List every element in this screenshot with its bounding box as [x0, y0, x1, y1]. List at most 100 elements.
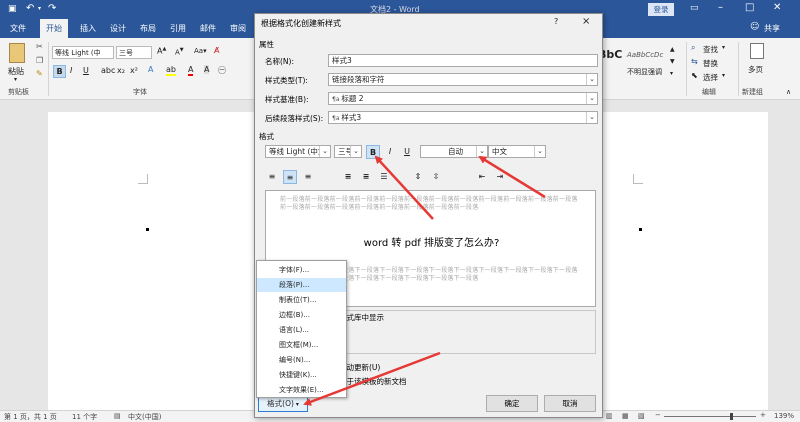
save-icon[interactable]: ▣	[8, 4, 17, 14]
space-after-icon[interactable]: ⇳	[429, 170, 443, 184]
underline-icon[interactable]: U	[83, 66, 89, 75]
ribbon-display-icon[interactable]: ▭	[690, 3, 699, 13]
justify-icon[interactable]: ≡	[341, 170, 355, 184]
align-center-icon[interactable]: ≡	[283, 170, 297, 184]
undo-dropdown-icon[interactable]: ▾	[38, 5, 41, 12]
subscript-icon[interactable]: x₂	[117, 66, 125, 75]
font-color-icon[interactable]: A	[188, 65, 194, 76]
proofing-icon[interactable]: ▤	[114, 412, 121, 420]
align-right-icon[interactable]: ≡	[301, 170, 315, 184]
bold-icon[interactable]: B	[53, 65, 66, 78]
tab-mailings[interactable]: 邮件	[194, 19, 222, 38]
language-status[interactable]: 中文(中国)	[128, 412, 161, 422]
menu-item-frame[interactable]: 图文框(M)...	[257, 338, 346, 352]
line-spacing-double-icon[interactable]: ☰	[377, 170, 391, 184]
dialog-italic-button[interactable]: I	[383, 145, 397, 159]
menu-item-paragraph[interactable]: 段落(P)...	[257, 278, 346, 292]
char-shading-icon[interactable]: A	[204, 65, 210, 74]
font-size-box[interactable]: 三号	[116, 46, 152, 59]
chevron-down-icon[interactable]: ⌄	[586, 112, 597, 123]
replace-button[interactable]: 替换	[703, 58, 718, 69]
tab-file[interactable]: 文件	[4, 19, 32, 38]
menu-item-shortcut[interactable]: 快捷键(K)...	[257, 368, 346, 382]
align-left-icon[interactable]: ≡	[265, 170, 279, 184]
chevron-down-icon[interactable]: ⌄	[350, 146, 361, 157]
word-count[interactable]: 11 个字	[72, 412, 97, 422]
next-style-select[interactable]: ¶a 样式3 ⌄	[328, 111, 598, 124]
menu-item-language[interactable]: 语言(L)...	[257, 323, 346, 337]
login-button[interactable]: 登录	[648, 3, 674, 16]
superscript-icon[interactable]: x²	[130, 66, 138, 75]
minimize-icon[interactable]: –	[718, 2, 723, 13]
user-icon[interactable]: ☺	[750, 22, 759, 32]
paste-icon[interactable]	[9, 43, 25, 63]
share-button[interactable]: 共享	[764, 23, 780, 34]
chevron-down-icon[interactable]: ⌄	[586, 74, 597, 85]
find-dropdown-icon[interactable]: ▾	[722, 44, 725, 51]
menu-item-font[interactable]: 字体(F)...	[257, 263, 346, 277]
styles-more-icon[interactable]: ▾	[670, 70, 673, 77]
dialog-underline-button[interactable]: U	[400, 145, 414, 159]
dialog-close-button[interactable]: ×	[582, 16, 590, 27]
tab-home[interactable]: 开始	[40, 19, 68, 38]
undo-icon[interactable]: ↶	[26, 3, 34, 14]
zoom-slider-thumb[interactable]	[730, 413, 733, 420]
style-name-input[interactable]: 样式3	[328, 54, 598, 67]
web-layout-icon[interactable]: ▧	[638, 412, 645, 420]
zoom-out-icon[interactable]: −	[655, 411, 661, 419]
decrease-indent-icon[interactable]: ⇤	[475, 170, 489, 184]
find-button[interactable]: 查找	[703, 44, 718, 55]
style-type-select[interactable]: 链接段落和字符 ⌄	[328, 73, 598, 86]
paste-dropdown-icon[interactable]: ▾	[14, 76, 17, 83]
print-layout-icon[interactable]: ▦	[622, 412, 629, 420]
chevron-down-icon[interactable]: ⌄	[534, 146, 545, 157]
chevron-down-icon[interactable]: ⌄	[319, 146, 330, 157]
style-based-select[interactable]: ¶a 标题 2 ⌄	[328, 92, 598, 105]
select-dropdown-icon[interactable]: ▾	[722, 72, 725, 79]
collapse-ribbon-icon[interactable]: ∧	[786, 88, 791, 96]
menu-item-border[interactable]: 边框(B)...	[257, 308, 346, 322]
chevron-down-icon[interactable]: ⌄	[586, 93, 597, 104]
multipage-icon[interactable]	[750, 43, 764, 59]
close-icon[interactable]: ✕	[773, 2, 781, 13]
cut-icon[interactable]: ✂	[36, 42, 43, 51]
dialog-size-select[interactable]: 三号 ⌄	[334, 145, 362, 158]
select-button[interactable]: 选择	[703, 72, 718, 83]
clear-format-icon[interactable]: A̸	[214, 46, 219, 55]
tab-design[interactable]: 设计	[104, 19, 132, 38]
language-select[interactable]: 中文 ⌄	[488, 145, 546, 158]
strikethrough-icon[interactable]: abc	[101, 66, 115, 75]
grow-font-icon[interactable]: A▲	[157, 46, 166, 56]
maximize-icon[interactable]: □	[745, 2, 754, 13]
style-name[interactable]: 不明显强调	[627, 67, 662, 77]
find-icon[interactable]: ⌕	[691, 43, 695, 53]
shrink-font-icon[interactable]: A▼	[175, 47, 184, 56]
tab-layout[interactable]: 布局	[134, 19, 162, 38]
copy-icon[interactable]: ❐	[36, 56, 43, 65]
replace-icon[interactable]: ⇆	[691, 57, 698, 66]
highlight-icon[interactable]: ab	[166, 65, 176, 76]
format-painter-icon[interactable]: ✎	[36, 69, 43, 78]
space-before-icon[interactable]: ⇕	[411, 170, 425, 184]
italic-icon[interactable]: I	[70, 66, 72, 75]
tab-insert[interactable]: 插入	[74, 19, 102, 38]
chevron-down-icon[interactable]: ⌄	[476, 146, 487, 157]
zoom-in-icon[interactable]: +	[760, 411, 766, 419]
page-count[interactable]: 第 1 页，共 1 页	[4, 412, 57, 422]
select-icon[interactable]: ⬉	[691, 71, 698, 80]
redo-icon[interactable]: ↷	[48, 3, 56, 14]
line-spacing-single-icon[interactable]: ≡	[359, 170, 373, 184]
multipage-button[interactable]: 多页	[748, 64, 763, 75]
increase-indent-icon[interactable]: ⇥	[493, 170, 507, 184]
cancel-button[interactable]: 取消	[544, 395, 596, 412]
menu-item-numbering[interactable]: 编号(N)...	[257, 353, 346, 367]
menu-item-tabs[interactable]: 制表位(T)...	[257, 293, 346, 307]
enclose-char-icon[interactable]: ㊀	[218, 65, 226, 76]
dialog-bold-button[interactable]: B	[366, 145, 380, 159]
font-color-select[interactable]: 自动 ⌄	[420, 145, 488, 158]
tab-references[interactable]: 引用	[164, 19, 192, 38]
style-preview-2[interactable]: AaBbCcDc	[627, 51, 663, 59]
text-effects-icon[interactable]: A	[148, 65, 153, 74]
help-button[interactable]: ?	[554, 17, 558, 26]
zoom-level[interactable]: 139%	[774, 412, 794, 420]
